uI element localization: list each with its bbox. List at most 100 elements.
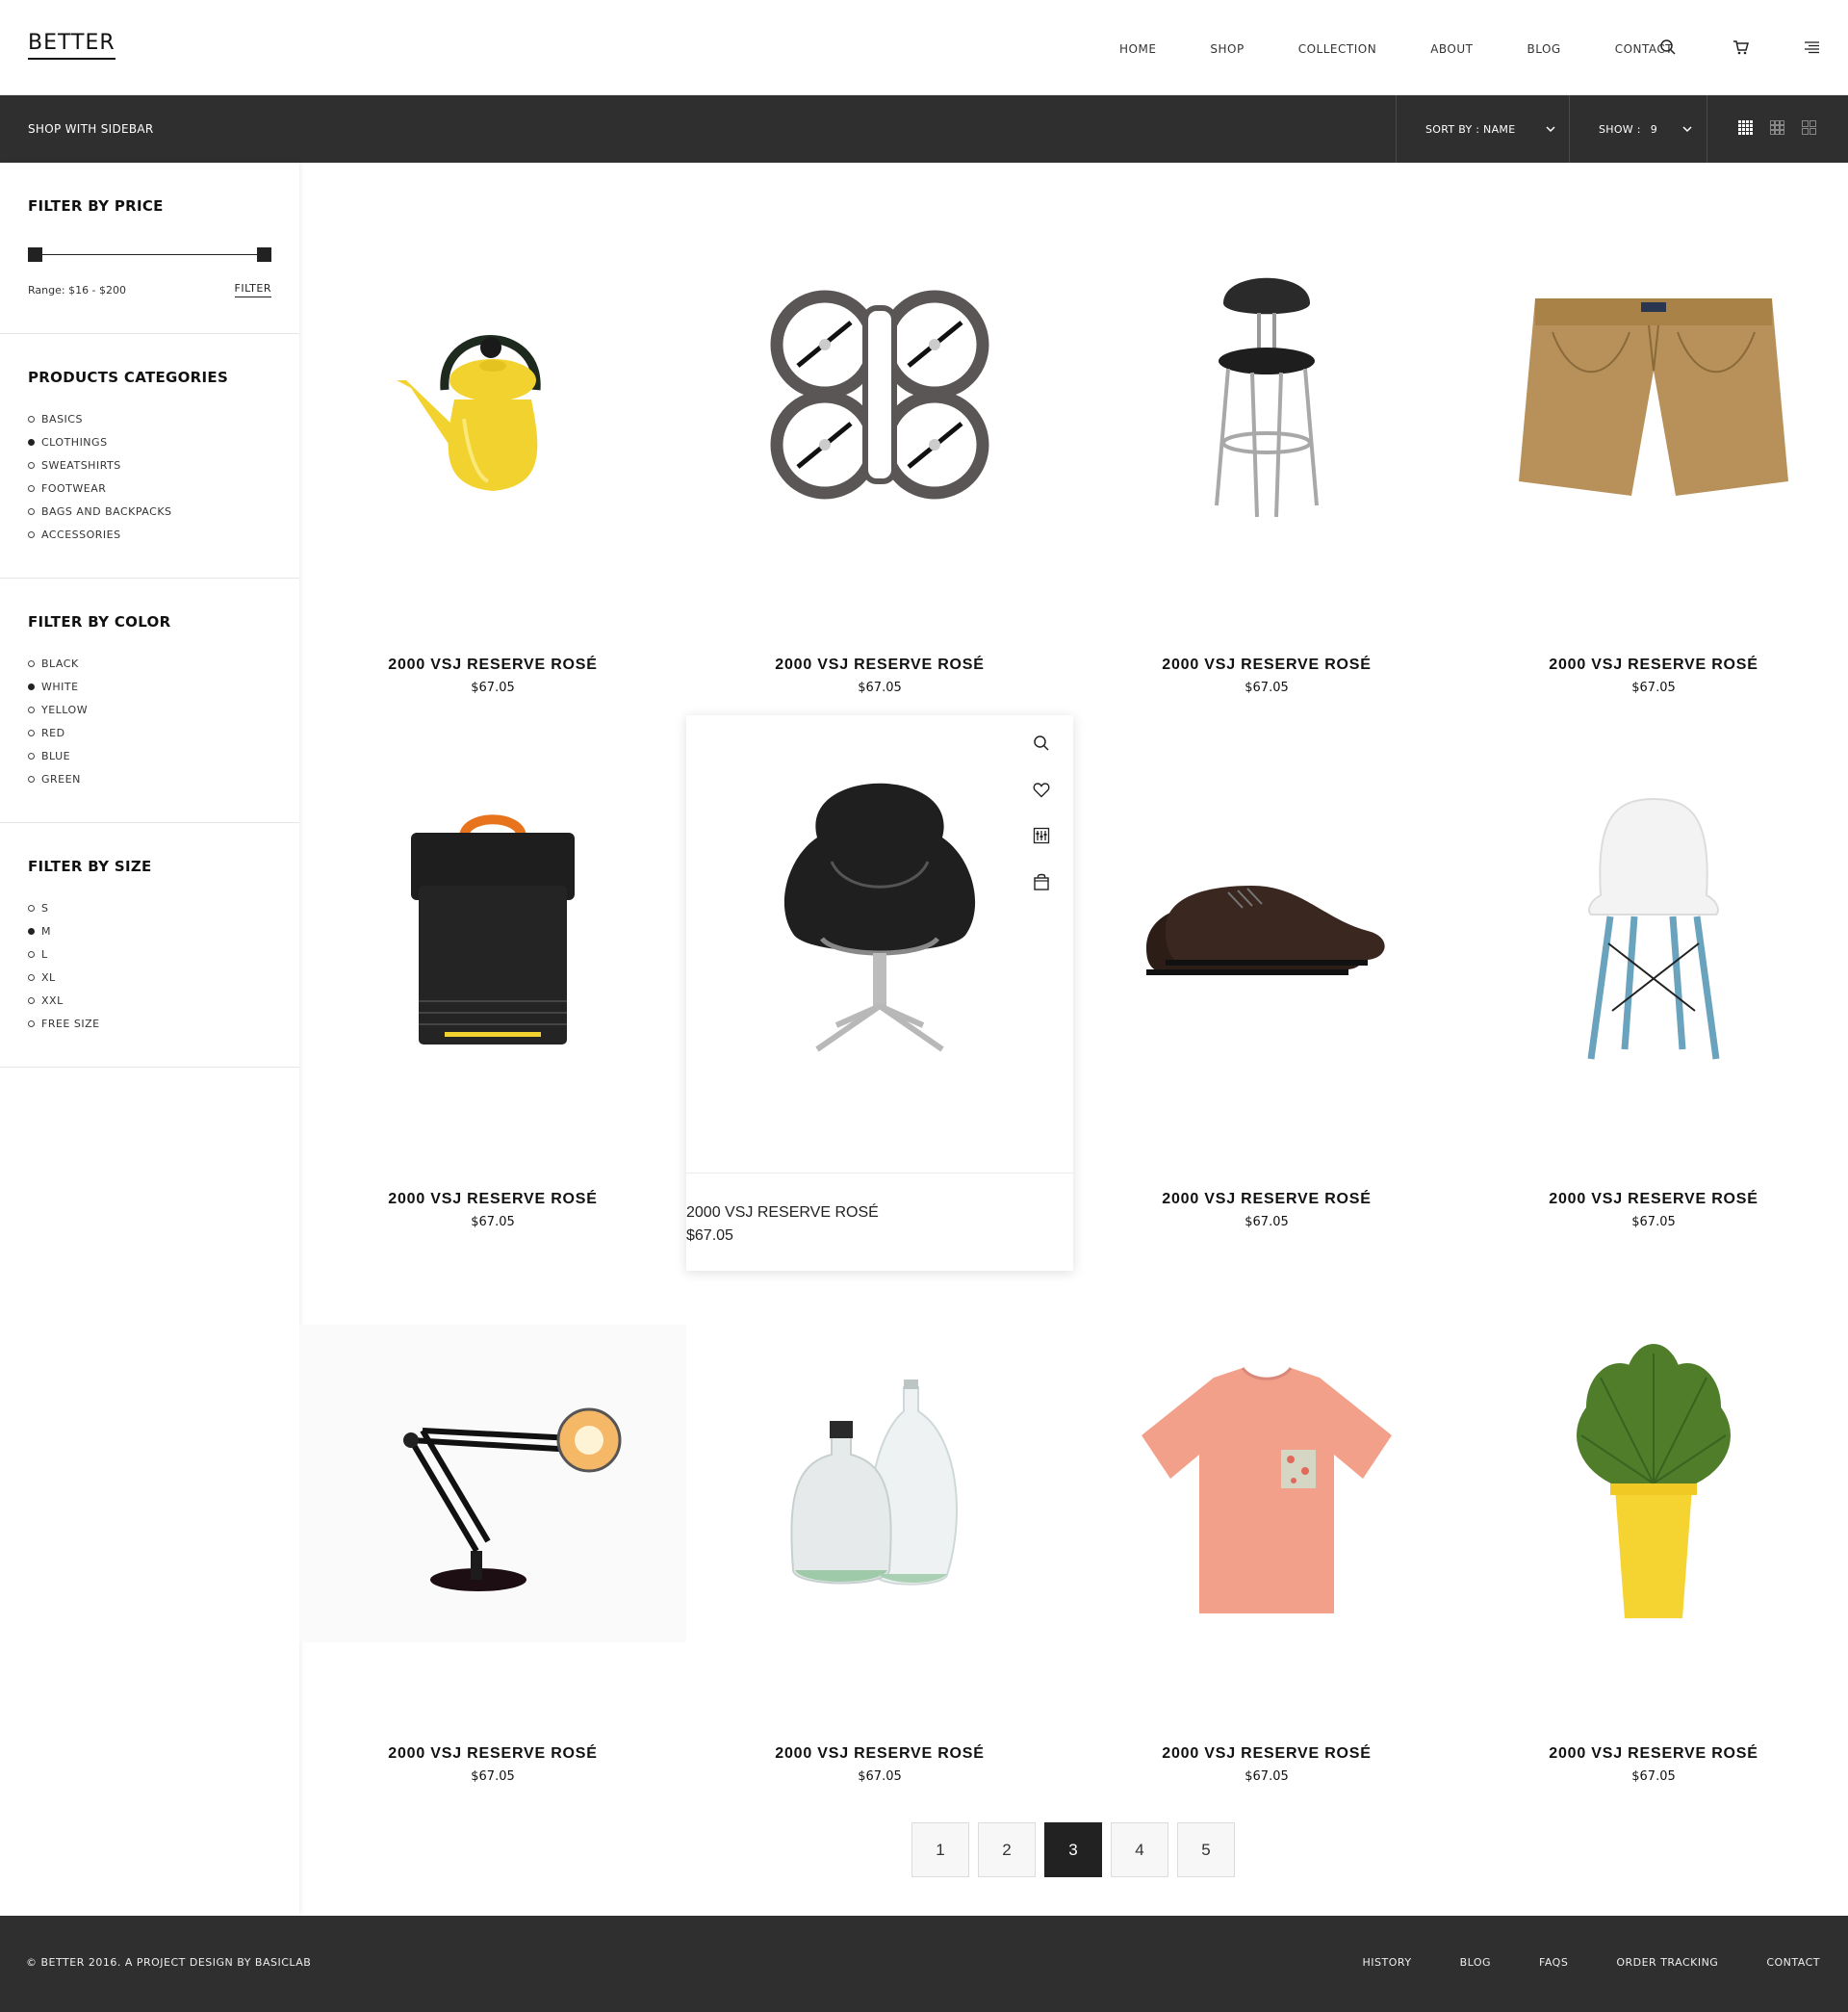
size-option[interactable]: FREE SIZE [28,1012,271,1035]
page-button[interactable]: 4 [1111,1822,1168,1877]
radio-icon [28,973,35,981]
khaki-shorts-image[interactable] [1460,236,1847,554]
product-name[interactable]: 2000 VSJ RESERVE ROSÉ [686,1745,1073,1763]
nav-blog[interactable]: BLOG [1527,42,1560,56]
color-option[interactable]: BLACK [28,652,271,675]
menu-icon[interactable] [1801,37,1822,58]
color-option[interactable]: GREEN [28,767,271,790]
cart-icon[interactable] [1730,37,1751,58]
nav-collection[interactable]: COLLECTION [1298,42,1376,56]
category-option[interactable]: SWEATSHIRTS [28,453,271,477]
product-card[interactable]: 2000 VSJ RESERVE ROSÉ $67.05 [299,236,686,695]
price-slider-min-handle[interactable] [28,247,42,262]
price-slider[interactable] [28,247,271,263]
footer-link-faqs[interactable]: FAQS [1539,1956,1568,1969]
color-filter: FILTER BY COLOR BLACK WHITE YELLOW RED B… [0,579,299,823]
product-name[interactable]: 2000 VSJ RESERVE ROSÉ [299,657,686,674]
color-option[interactable]: WHITE [28,675,271,698]
radio-icon [28,530,35,538]
category-option[interactable]: BASICS [28,407,271,430]
black-backpack-image[interactable] [299,770,686,1088]
nav-shop[interactable]: SHOP [1210,42,1244,56]
grid-4-icon[interactable] [1738,120,1756,138]
page-button[interactable]: 2 [978,1822,1036,1877]
product-price: $67.05 [1631,1215,1676,1229]
color-option[interactable]: BLUE [28,744,271,767]
product-name[interactable]: 2000 VSJ RESERVE ROSÉ [1460,1745,1847,1763]
option-label: L [41,947,48,961]
white-eiffel-chair-image[interactable] [1460,770,1847,1088]
sort-dropdown[interactable]: SORT BY : NAME [1396,95,1569,163]
page-button[interactable]: 5 [1177,1822,1235,1877]
footer-link-order-tracking[interactable]: ORDER TRACKING [1616,1956,1718,1969]
product-card[interactable]: 2000 VSJ RESERVE ROSÉ $67.05 [686,236,1073,695]
product-card[interactable]: 2000 VSJ RESERVE ROSÉ $67.05 [1460,236,1847,695]
product-name[interactable]: 2000 VSJ RESERVE ROSÉ [1073,657,1460,674]
glass-bottles-image[interactable] [686,1325,1073,1642]
black-swan-chair-image[interactable] [686,770,1073,1069]
option-label: RED [41,726,65,739]
category-option[interactable]: BAGS AND BACKPACKS [28,500,271,523]
product-price: $67.05 [858,1769,902,1784]
product-card[interactable]: 2000 VSJ RESERVE ROSÉ $67.05 [1073,770,1460,1229]
zoom-icon[interactable] [1031,733,1052,754]
product-name[interactable]: 2000 VSJ RESERVE ROSÉ [1460,1191,1847,1208]
footer-link-contact[interactable]: CONTACT [1766,1956,1820,1969]
page-button-current[interactable]: 3 [1044,1822,1102,1877]
product-card-hovered[interactable]: 2000 VSJ RESERVE ROSÉ $67.05 [686,715,1073,1271]
nav-home[interactable]: HOME [1119,42,1156,56]
search-icon[interactable] [1657,37,1679,58]
site-logo[interactable]: BETTER [28,31,116,60]
sort-label: SORT BY : NAME [1425,122,1516,136]
potted-plant-image[interactable] [1460,1325,1847,1642]
footer-link-blog[interactable]: BLOG [1460,1956,1491,1969]
category-option[interactable]: ACCESSORIES [28,523,271,546]
option-label: XL [41,970,56,984]
product-card[interactable]: 2000 VSJ RESERVE ROSÉ $67.05 [299,1325,686,1784]
show-dropdown[interactable]: SHOW : 9 [1569,95,1707,163]
product-name[interactable]: 2000 VSJ RESERVE ROSÉ [1460,657,1847,674]
color-option[interactable]: YELLOW [28,698,271,721]
yellow-kettle-image[interactable] [299,236,686,554]
radio-icon [28,752,35,760]
product-card[interactable]: 2000 VSJ RESERVE ROSÉ $67.05 [299,770,686,1229]
size-option[interactable]: XL [28,966,271,989]
option-label: FREE SIZE [41,1017,100,1030]
grid-3-icon[interactable] [1770,120,1787,138]
size-option[interactable]: S [28,896,271,919]
bar-stool-image[interactable] [1073,236,1460,554]
quadcopter-drone-image[interactable] [686,236,1073,554]
footer-link-history[interactable]: HISTORY [1363,1956,1412,1969]
desk-lamp-image[interactable] [299,1325,686,1642]
nav-about[interactable]: ABOUT [1430,42,1473,56]
product-card[interactable]: 2000 VSJ RESERVE ROSÉ $67.05 [1460,770,1847,1229]
leather-shoes-image[interactable] [1073,770,1460,1088]
option-label: WHITE [41,680,79,693]
product-card[interactable]: 2000 VSJ RESERVE ROSÉ $67.05 [1073,1325,1460,1784]
size-option[interactable]: XXL [28,989,271,1012]
product-name[interactable]: 2000 VSJ RESERVE ROSÉ [1073,1191,1460,1208]
price-slider-max-handle[interactable] [257,247,271,262]
category-option[interactable]: FOOTWEAR [28,477,271,500]
page-button[interactable]: 1 [911,1822,969,1877]
category-option[interactable]: CLOTHINGS [28,430,271,453]
grid-2-icon[interactable] [1802,120,1819,138]
product-name[interactable]: 2000 VSJ RESERVE ROSÉ [686,1204,1073,1222]
filter-button[interactable]: FILTER [234,282,271,297]
radio-icon [28,484,35,492]
price-range-text: Range: $16 - $200 [28,283,127,297]
product-card[interactable]: 2000 VSJ RESERVE ROSÉ $67.05 [1460,1325,1847,1784]
view-switcher [1707,95,1848,163]
color-option[interactable]: RED [28,721,271,744]
option-label: BLACK [41,657,79,670]
product-name[interactable]: 2000 VSJ RESERVE ROSÉ [686,657,1073,674]
size-option[interactable]: L [28,942,271,966]
product-name[interactable]: 2000 VSJ RESERVE ROSÉ [299,1191,686,1208]
product-name[interactable]: 2000 VSJ RESERVE ROSÉ [1073,1745,1460,1763]
radio-icon [28,775,35,783]
product-card[interactable]: 2000 VSJ RESERVE ROSÉ $67.05 [686,1325,1073,1784]
product-card[interactable]: 2000 VSJ RESERVE ROSÉ $67.05 [1073,236,1460,695]
product-name[interactable]: 2000 VSJ RESERVE ROSÉ [299,1745,686,1763]
pink-tshirt-image[interactable] [1073,1325,1460,1642]
size-option[interactable]: M [28,919,271,942]
